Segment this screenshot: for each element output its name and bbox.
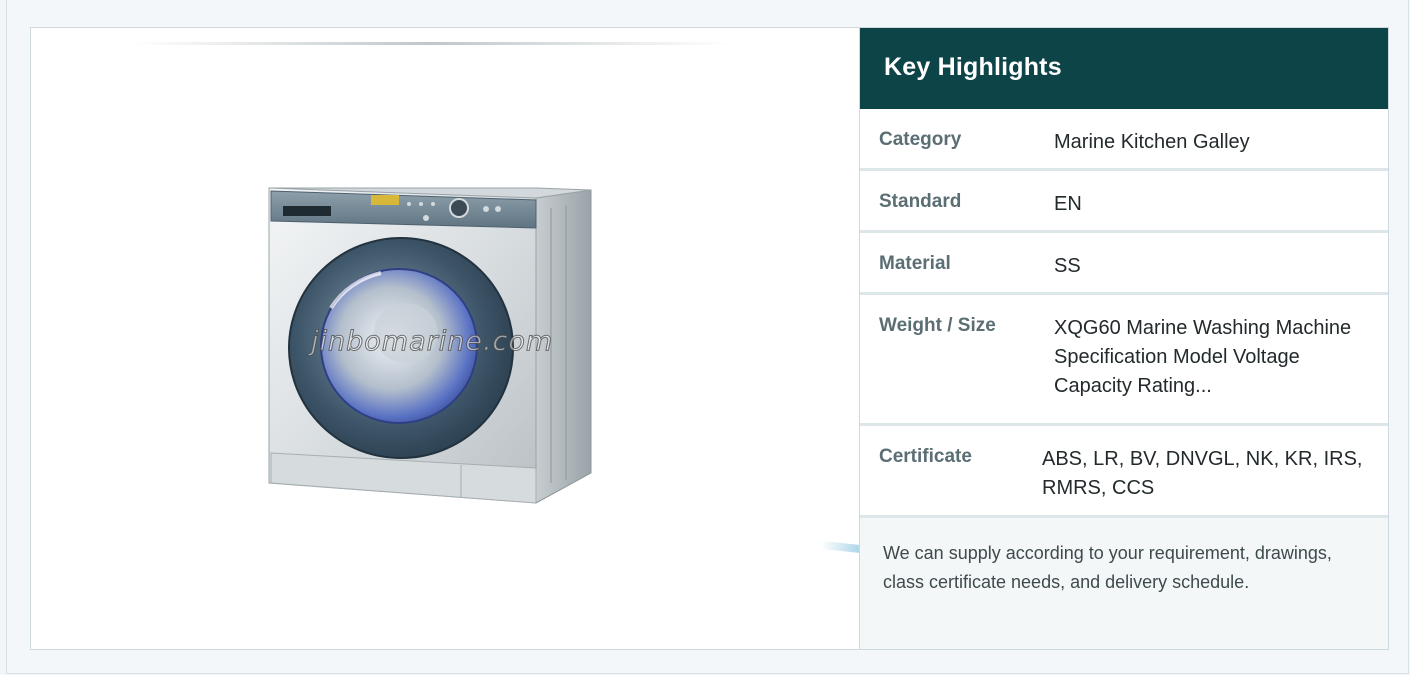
product-image[interactable]: jinbomarine.com [31,28,859,649]
row-label: Certificate [879,446,972,467]
highlight-row-category: Category Marine Kitchen Galley [860,109,1388,171]
row-label: Weight / Size [879,315,996,336]
row-value: ABS, LR, BV, DNVGL, NK, KR, IRS, RMRS, C… [1042,448,1363,499]
highlight-row-weight-size: Weight / Size XQG60 Marine Washing Machi… [860,295,1388,426]
supply-note: We can supply according to your requirem… [860,518,1388,649]
highlight-row-material: Material SS [860,233,1388,295]
row-value: EN [1054,193,1082,215]
row-label: Standard [879,191,962,212]
product-card: jinbomarine.com Key Highlights Category … [30,27,1389,650]
row-value: XQG60 Marine Washing Machine Specificati… [1054,317,1352,397]
key-highlights-panel: Key Highlights Category Marine Kitchen G… [860,28,1388,649]
row-value: SS [1054,255,1081,277]
row-label: Category [879,129,962,150]
highlights-header: Key Highlights [860,28,1388,109]
highlights-table: Category Marine Kitchen Galley Standard … [860,109,1388,518]
watermark-text: jinbomarine.com [310,326,554,358]
highlight-row-standard: Standard EN [860,171,1388,233]
highlights-title: Key Highlights [884,53,1062,81]
highlight-row-certificate: Certificate ABS, LR, BV, DNVGL, NK, KR, … [860,426,1388,518]
row-label: Material [879,253,951,274]
supply-note-text: We can supply according to your requirem… [883,543,1332,592]
row-value: Marine Kitchen Galley [1054,131,1250,153]
